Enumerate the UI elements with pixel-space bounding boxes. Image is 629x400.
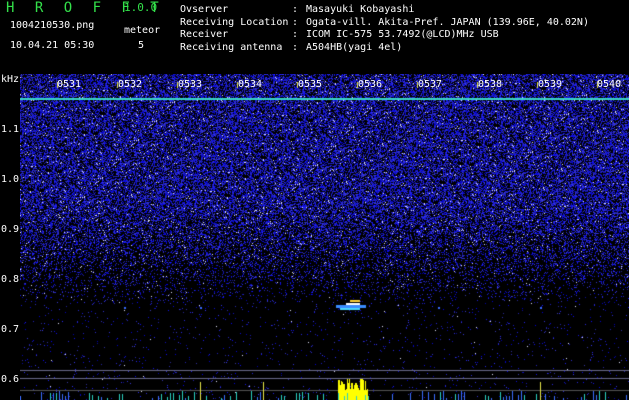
time-label: 0537 — [418, 79, 443, 90]
info-value: ICOM IC-575 53.7492(@LCD)MHz USB — [306, 29, 499, 40]
tick-label: 0.8 — [1, 274, 20, 285]
info-value: A504HB(yagi 4el) — [306, 41, 403, 53]
time-label: 0538 — [478, 79, 503, 90]
info-value: Masayuki Kobayashi — [306, 4, 415, 15]
image-filename: 1004210530.png — [10, 20, 95, 31]
time-label: 0535 — [298, 79, 323, 90]
info-key: Receiver — [180, 29, 229, 40]
tick-label: 1.0 — [1, 174, 20, 185]
time-label: 0536 — [358, 79, 383, 90]
tick-label: 1.1 — [1, 124, 20, 135]
time-label: 0531 — [57, 79, 82, 90]
axis-unit-label: kHz — [1, 74, 20, 85]
image-timestamp: 10.04.21 05:30 — [10, 40, 95, 51]
info-row-antenna: Receiving antenna: A504HB(yagi 4el) — [180, 41, 403, 53]
tick-label: 0.7 — [1, 324, 20, 335]
meteor-count: 5 — [138, 40, 145, 51]
info-row-location: Receiving Location: Ogata-vill. Akita-Pr… — [180, 16, 589, 28]
time-label: 0532 — [118, 79, 143, 90]
tick-label: 0.6 — [1, 374, 20, 385]
time-label: 0533 — [178, 79, 203, 90]
time-label: 0534 — [238, 79, 263, 90]
station-info: Ovserver: Masayuki Kobayashi Receiving L… — [180, 4, 589, 54]
tick-label: 0.9 — [1, 224, 20, 235]
info-row-observer: Ovserver: Masayuki Kobayashi — [180, 4, 415, 15]
time-label: 0539 — [538, 79, 563, 90]
info-value: Ogata-vill. Akita-Pref. JAPAN (139.96E, … — [306, 16, 589, 28]
info-key: Ovserver — [180, 4, 229, 15]
info-row-receiver: Receiver: ICOM IC-575 53.7492(@LCD)MHz U… — [180, 29, 499, 40]
info-key: Receiving Location — [180, 16, 289, 28]
spectrogram-canvas[interactable] — [20, 74, 629, 400]
info-key: Receiving antenna — [180, 41, 283, 53]
app-version: 1.0.0 — [124, 1, 158, 14]
time-label: 0540 — [597, 79, 622, 90]
meteor-label: meteor — [124, 25, 161, 36]
header-panel: H R O F F T 1.0.0 1004210530.png 10.04.2… — [0, 0, 629, 74]
